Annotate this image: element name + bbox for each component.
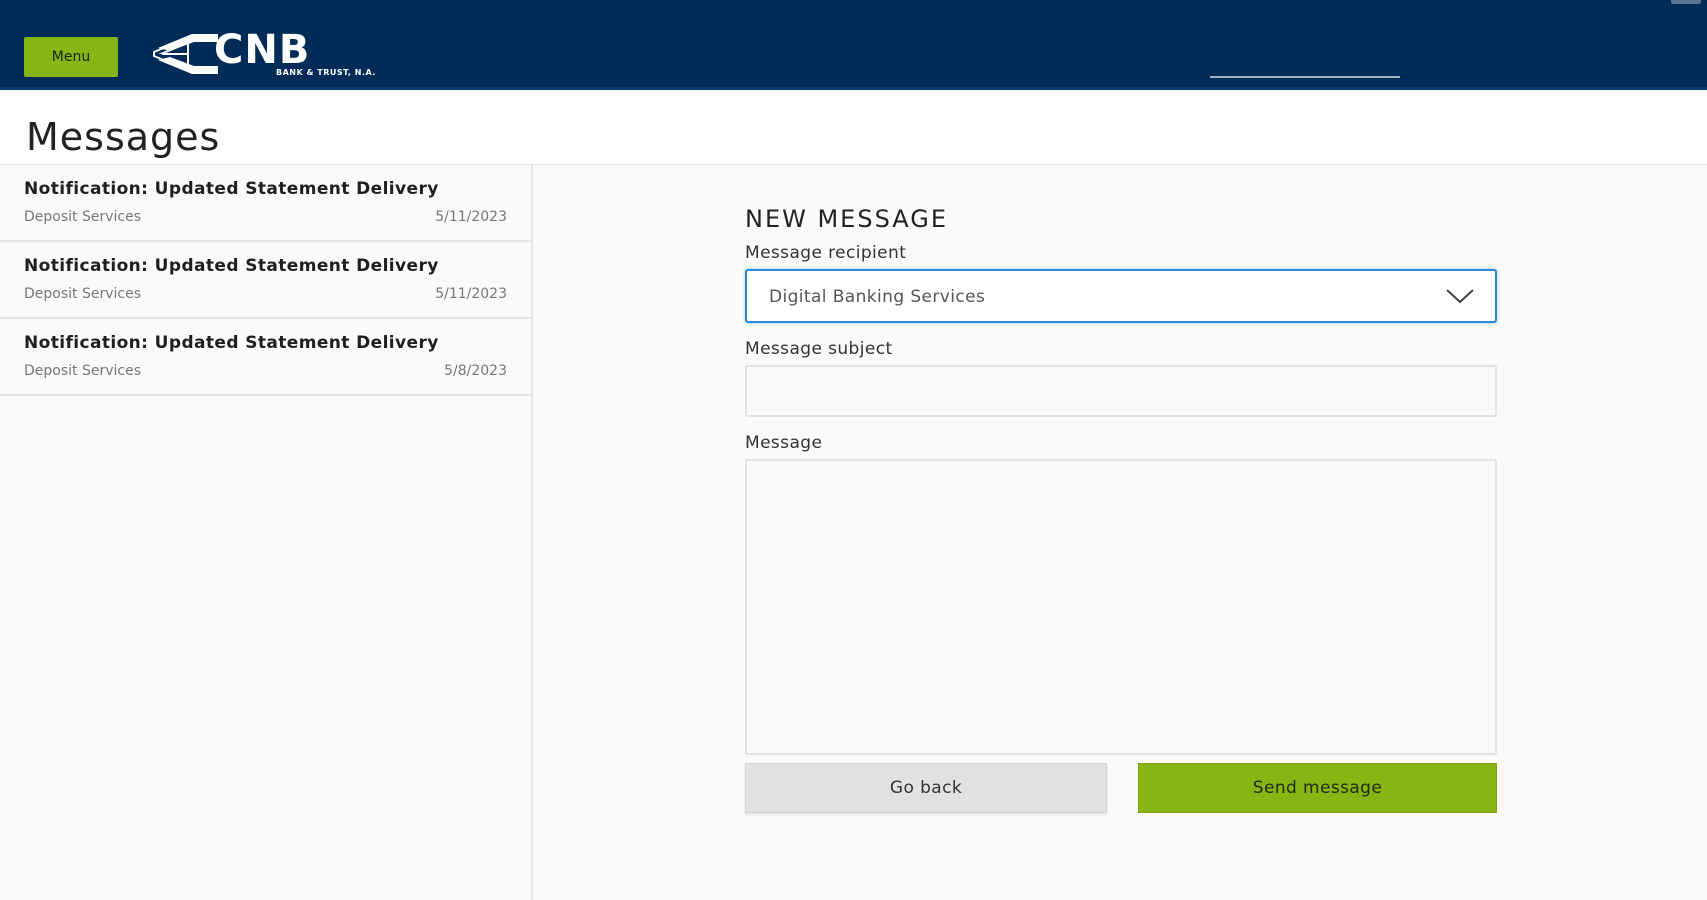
message-subject: Notification: Updated Statement Delivery [24, 179, 439, 199]
top-header: Menu CNB BANK & TRUST, N.A. [0, 0, 1707, 90]
subject-label: Message subject [745, 339, 893, 359]
message-sender: Deposit Services [24, 286, 142, 302]
title-bar: Messages [0, 93, 1707, 165]
recipient-select[interactable]: Digital Banking Services [745, 269, 1497, 323]
header-nav-underline [1210, 76, 1400, 78]
message-date: 5/11/2023 [435, 286, 507, 302]
message-subject: Notification: Updated Statement Delivery [24, 333, 439, 353]
message-date: 5/8/2023 [444, 363, 507, 379]
subject-input[interactable] [745, 365, 1497, 417]
go-back-button[interactable]: Go back [745, 763, 1107, 813]
recipient-selected-value: Digital Banking Services [769, 287, 986, 307]
message-label: Message [745, 433, 823, 453]
bank-logo[interactable]: CNB BANK & TRUST, N.A. [152, 30, 376, 84]
message-sender: Deposit Services [24, 209, 142, 225]
send-message-button[interactable]: Send message [1138, 763, 1497, 813]
message-textarea[interactable] [745, 459, 1497, 755]
logo-wordmark: CNB [214, 27, 311, 73]
list-item[interactable]: Notification: Updated Statement Delivery… [0, 242, 531, 319]
message-sender: Deposit Services [24, 363, 142, 379]
window-corner-mark [1671, 0, 1701, 4]
new-message-form: NEW MESSAGE Message recipient Digital Ba… [745, 205, 1497, 813]
logo-subtext: BANK & TRUST, N.A. [276, 68, 376, 77]
list-item[interactable]: Notification: Updated Statement Delivery… [0, 319, 531, 396]
recipient-label: Message recipient [745, 243, 907, 263]
message-subject: Notification: Updated Statement Delivery [24, 256, 439, 276]
cnb-logo-icon [153, 34, 218, 74]
message-list: Notification: Updated Statement Delivery… [0, 165, 533, 900]
form-actions: Go back Send message [745, 763, 1497, 813]
chevron-down-icon [1446, 289, 1474, 304]
page-title: Messages [26, 115, 221, 159]
list-item[interactable]: Notification: Updated Statement Delivery… [0, 165, 531, 242]
menu-button[interactable]: Menu [24, 37, 118, 77]
message-date: 5/11/2023 [435, 209, 507, 225]
form-heading: NEW MESSAGE [745, 205, 949, 233]
